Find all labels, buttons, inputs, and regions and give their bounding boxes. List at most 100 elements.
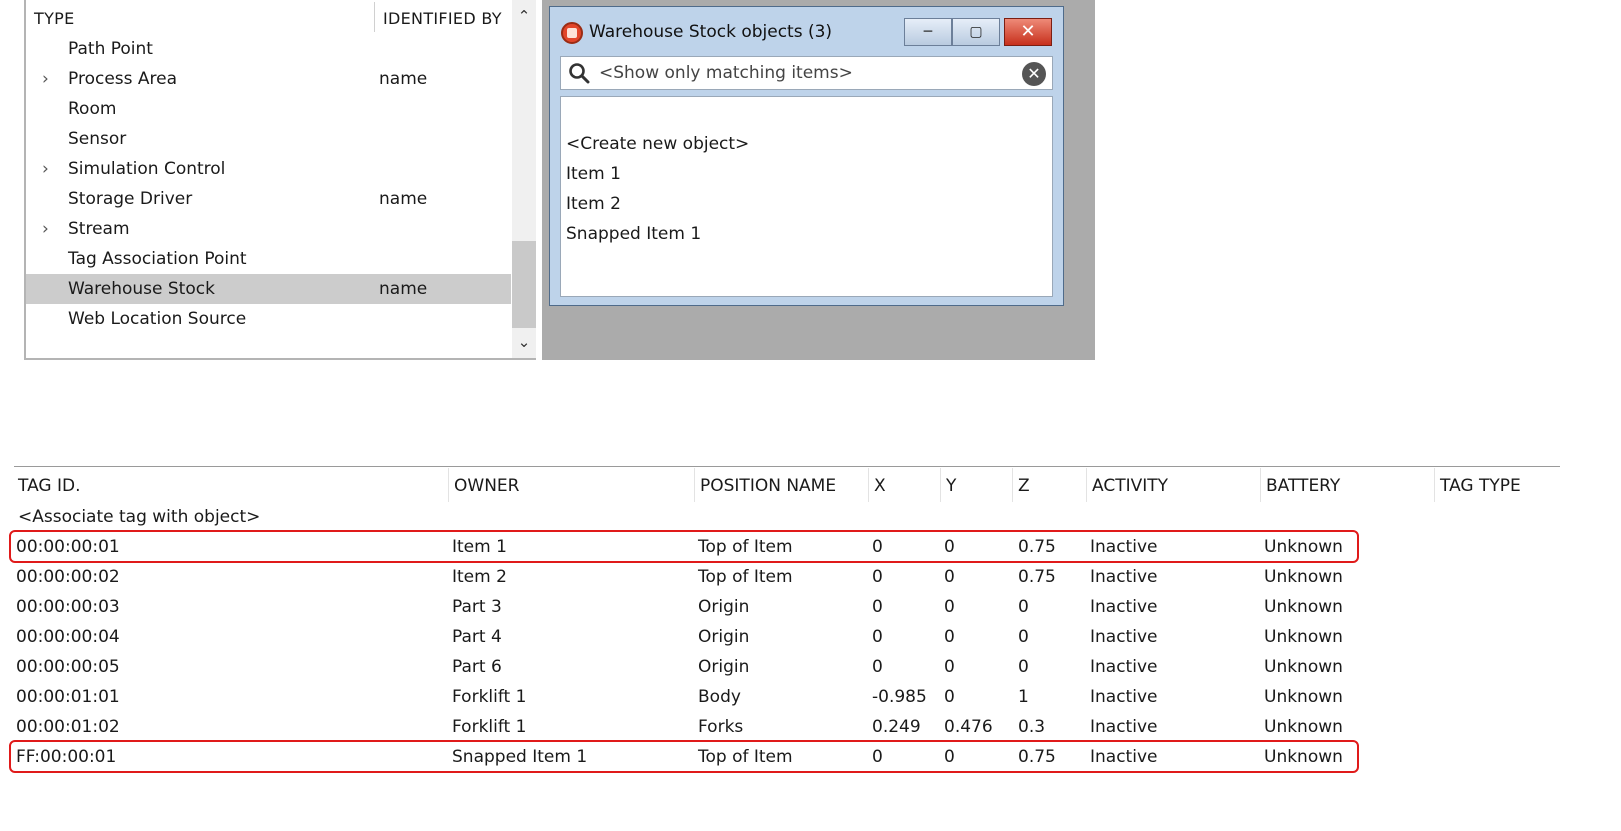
type-name: Process Area xyxy=(68,69,178,89)
cell-owner: Forklift 1 xyxy=(452,687,527,707)
cell-y: 0 xyxy=(944,687,955,707)
column-divider[interactable] xyxy=(1012,468,1013,502)
cell-x: 0.249 xyxy=(872,717,921,737)
identified-by-value: name xyxy=(379,69,428,89)
type-row[interactable]: Web Location Source xyxy=(26,304,511,334)
cell-battery: Unknown xyxy=(1264,567,1343,587)
object-list-item[interactable]: Snapped Item 1 xyxy=(566,224,701,244)
column-header-type[interactable]: TYPE xyxy=(34,9,75,28)
column-header[interactable]: TAG TYPE xyxy=(1440,476,1521,496)
column-header[interactable]: Y xyxy=(946,476,956,496)
column-header[interactable]: Z xyxy=(1018,476,1030,496)
type-name: Tag Association Point xyxy=(68,249,247,269)
type-row[interactable]: › Simulation Control xyxy=(26,154,511,184)
column-header[interactable]: X xyxy=(874,476,886,496)
column-header[interactable]: POSITION NAME xyxy=(700,476,836,496)
column-header[interactable]: ACTIVITY xyxy=(1092,476,1168,496)
cell-owner: Part 4 xyxy=(452,627,502,647)
table-top-border xyxy=(14,466,1560,467)
type-name: Stream xyxy=(68,219,130,239)
scrollbar-thumb[interactable] xyxy=(512,241,536,328)
type-row[interactable]: Warehouse Stock name xyxy=(26,274,511,304)
cell-owner: Forklift 1 xyxy=(452,717,527,737)
minimize-icon: ─ xyxy=(923,24,933,40)
chevron-right-icon[interactable]: › xyxy=(42,69,49,89)
cell-battery: Unknown xyxy=(1264,657,1343,677)
type-list-header: TYPE IDENTIFIED BY xyxy=(26,0,511,34)
table-row[interactable]: 00:00:00:02 Item 2 Top of Item 0 0 0.75 Inacti… xyxy=(14,561,1560,591)
cell-battery: Unknown xyxy=(1264,627,1343,647)
create-new-object-item[interactable]: <Create new object> xyxy=(566,134,749,154)
chevron-right-icon[interactable]: › xyxy=(42,219,49,239)
associate-tag-row[interactable]: <Associate tag with object> xyxy=(14,501,1560,531)
clear-circle-icon[interactable]: ✕ xyxy=(1022,62,1046,86)
cell-y: 0.476 xyxy=(944,717,993,737)
type-row[interactable]: Sensor xyxy=(26,124,511,154)
column-divider[interactable] xyxy=(448,468,449,502)
type-name: Path Point xyxy=(68,39,153,59)
type-row[interactable]: › Stream xyxy=(26,214,511,244)
cell-x: 0 xyxy=(872,627,883,647)
search-input[interactable] xyxy=(599,61,1009,85)
highlight-box xyxy=(9,740,1359,773)
column-header[interactable]: BATTERY xyxy=(1266,476,1340,496)
type-row[interactable]: Storage Driver name xyxy=(26,184,511,214)
table-row[interactable]: 00:00:00:05 Part 6 Origin 0 0 0 Inactive Unknow… xyxy=(14,651,1560,681)
column-divider[interactable] xyxy=(694,468,695,502)
column-divider[interactable] xyxy=(940,468,941,502)
type-row[interactable]: Tag Association Point xyxy=(26,244,511,274)
associate-tag-label: <Associate tag with object> xyxy=(18,507,261,527)
close-icon: ✕ xyxy=(1020,21,1036,42)
table-row[interactable]: 00:00:01:02 Forklift 1 Forks 0.249 0.476 0.3 I… xyxy=(14,711,1560,741)
column-divider[interactable] xyxy=(1434,468,1435,502)
cell-z: 0 xyxy=(1018,597,1029,617)
cell-y: 0 xyxy=(944,627,955,647)
table-row[interactable]: 00:00:01:01 Forklift 1 Body -0.985 0 1 Inactiv… xyxy=(14,681,1560,711)
chevron-down-icon[interactable]: ⌄ xyxy=(512,328,536,356)
object-list: <Create new object> Item 1 Item 2 Snapped I… xyxy=(560,96,1053,297)
vertical-scrollbar[interactable]: ⌃ ⌄ xyxy=(512,0,536,358)
warehouse-stock-objects-dialog: Warehouse Stock objects (3) ─ ▢ ✕ ✕ <Cre… xyxy=(549,6,1064,306)
cell-position: Body xyxy=(698,687,741,707)
maximize-button[interactable]: ▢ xyxy=(952,18,1000,46)
type-name: Sensor xyxy=(68,129,127,149)
tag-table: TAG ID. OWNER POSITION NAME X Y Z ACTIVITY BATT… xyxy=(9,466,1560,786)
object-list-item[interactable]: Item 1 xyxy=(566,164,621,184)
type-row[interactable]: › Process Area name xyxy=(26,64,511,94)
cell-y: 0 xyxy=(944,567,955,587)
column-divider[interactable] xyxy=(1260,468,1261,502)
column-divider[interactable] xyxy=(374,2,375,32)
cell-activity: Inactive xyxy=(1090,627,1158,647)
cell-activity: Inactive xyxy=(1090,597,1158,617)
cell-owner: Item 2 xyxy=(452,567,507,587)
cell-owner: Part 6 xyxy=(452,657,502,677)
type-name: Simulation Control xyxy=(68,159,226,179)
cell-tag-id: 00:00:01:02 xyxy=(16,717,120,737)
cell-position: Origin xyxy=(698,627,750,647)
object-list-item[interactable]: Item 2 xyxy=(566,194,621,214)
chevron-right-icon[interactable]: › xyxy=(42,159,49,179)
column-divider[interactable] xyxy=(1086,468,1087,502)
column-header[interactable]: OWNER xyxy=(454,476,519,496)
app-logo-icon xyxy=(561,22,583,44)
cell-activity: Inactive xyxy=(1090,687,1158,707)
column-header[interactable]: TAG ID. xyxy=(18,476,80,496)
cell-z: 0.75 xyxy=(1018,567,1056,587)
highlight-box xyxy=(9,530,1359,563)
column-divider[interactable] xyxy=(868,468,869,502)
cell-tag-id: 00:00:00:03 xyxy=(16,597,120,617)
cell-battery: Unknown xyxy=(1264,717,1343,737)
column-header-identified-by[interactable]: IDENTIFIED BY xyxy=(383,9,502,28)
type-row[interactable]: Room xyxy=(26,94,511,124)
cell-battery: Unknown xyxy=(1264,687,1343,707)
cell-battery: Unknown xyxy=(1264,597,1343,617)
chevron-up-icon[interactable]: ⌃ xyxy=(512,2,536,30)
minimize-button[interactable]: ─ xyxy=(904,18,952,46)
cell-position: Top of Item xyxy=(698,567,793,587)
maximize-icon: ▢ xyxy=(969,24,983,40)
table-row[interactable]: 00:00:00:04 Part 4 Origin 0 0 0 Inactive Unknow… xyxy=(14,621,1560,651)
cell-position: Origin xyxy=(698,597,750,617)
table-row[interactable]: 00:00:00:03 Part 3 Origin 0 0 0 Inactive Unknow… xyxy=(14,591,1560,621)
type-row[interactable]: Path Point xyxy=(26,34,511,64)
close-button[interactable]: ✕ xyxy=(1004,18,1052,46)
